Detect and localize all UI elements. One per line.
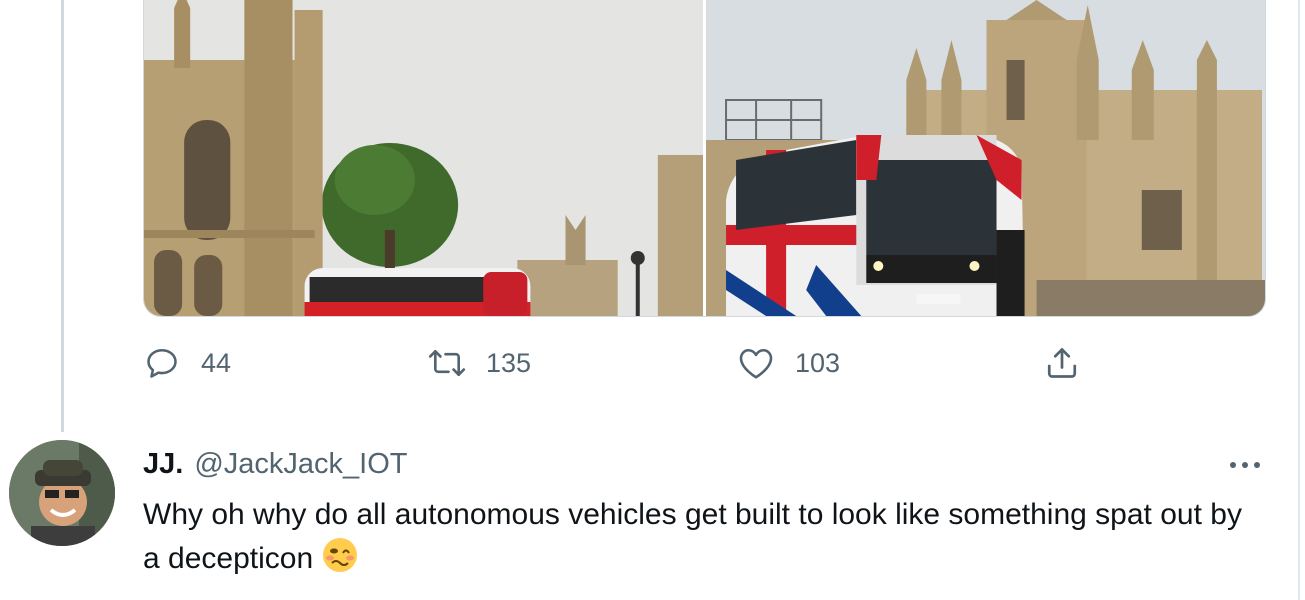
reply-tweet[interactable]: JJ. @JackJack_IOT Why oh why do all auto…: [0, 432, 1298, 600]
reply-count: 44: [201, 347, 232, 378]
thread-connector-line: [61, 0, 64, 432]
media-photo-right[interactable]: [706, 0, 1265, 316]
media-photo-left[interactable]: [144, 0, 703, 316]
like-count: 103: [795, 347, 841, 378]
reply-text: Why oh why do all autonomous vehicles ge…: [143, 494, 1243, 586]
tweet-action-bar: 44 135 103: [143, 344, 1103, 392]
timeline-border: [1298, 0, 1300, 600]
avatar-image: [9, 440, 115, 546]
more-options-button[interactable]: [1225, 450, 1265, 480]
photo-kings-college-bus: [144, 0, 703, 316]
user-handle[interactable]: @JackJack_IOT: [194, 448, 407, 481]
heart-icon: [737, 344, 775, 382]
reply-bubble-icon: [143, 344, 181, 382]
more-dots-icon: [1230, 462, 1260, 468]
share-button[interactable]: [1043, 344, 1081, 382]
woozy-face-emoji-icon: [321, 536, 359, 586]
share-upload-icon: [1043, 344, 1081, 382]
retweet-button[interactable]: 135: [428, 344, 531, 382]
avatar[interactable]: [9, 440, 115, 546]
reply-button[interactable]: 44: [143, 344, 231, 382]
tweet-media-grid[interactable]: [143, 0, 1266, 317]
reply-text-content: Why oh why do all autonomous vehicles ge…: [143, 498, 1242, 575]
reply-header: JJ. @JackJack_IOT: [143, 448, 407, 481]
retweet-count: 135: [486, 347, 532, 378]
retweet-icon: [428, 344, 466, 382]
photo-union-jack-autonomous-bus: [706, 0, 1265, 316]
display-name[interactable]: JJ.: [143, 448, 183, 481]
like-button[interactable]: 103: [737, 344, 840, 382]
